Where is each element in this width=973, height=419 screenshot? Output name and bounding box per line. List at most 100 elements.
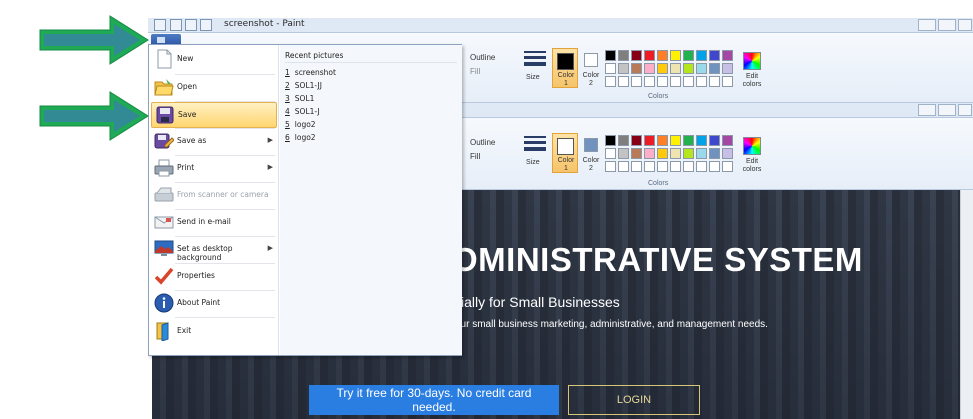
menu-item-about-paint[interactable]: About Paint [151,291,277,317]
color-swatch[interactable] [683,148,694,159]
menu-item-properties[interactable]: Properties [151,264,277,290]
color-swatch[interactable] [696,63,707,74]
menu-item-save[interactable]: Save [151,102,277,128]
redo-icon[interactable] [200,19,212,31]
menu-item-send-email[interactable]: Send in e-mail [151,210,277,236]
free-trial-button[interactable]: Try it free for 30-days. No credit card … [309,385,559,415]
edit-colors-icon[interactable] [743,52,761,70]
color-swatch[interactable] [644,135,655,146]
fill-label-2[interactable]: Fill [470,152,480,161]
color-swatch[interactable] [722,135,733,146]
color-swatch[interactable] [644,148,655,159]
menu-item-new[interactable]: New [151,47,277,73]
color-palette[interactable] [605,50,733,87]
color-swatch[interactable] [644,76,655,87]
color2-swatch[interactable] [584,53,598,67]
color-swatch[interactable] [618,148,629,159]
color-swatch[interactable] [644,161,655,172]
color-swatch[interactable] [683,76,694,87]
color-swatch[interactable] [657,50,668,61]
menu-item-exit[interactable]: Exit [151,319,277,345]
color1-button[interactable]: Color 1 [552,48,578,88]
color-swatch[interactable] [683,50,694,61]
menu-item-desktop-background[interactable]: Set as desktop background ▶ [151,237,277,263]
outline-label[interactable]: Outline [470,53,495,62]
color-swatch[interactable] [644,63,655,74]
size-icon[interactable] [524,51,546,73]
maximize-button[interactable] [938,19,956,31]
color-swatch[interactable] [670,161,681,172]
color-swatch[interactable] [631,50,642,61]
menu-item-from-scanner[interactable]: From scanner or camera [151,183,277,209]
color-swatch[interactable] [696,148,707,159]
color-swatch[interactable] [696,161,707,172]
color-swatch[interactable] [618,50,629,61]
color-swatch[interactable] [657,76,668,87]
edit-colors-icon-2[interactable] [743,137,761,155]
color-swatch[interactable] [605,63,616,74]
color-swatch[interactable] [618,63,629,74]
color-swatch[interactable] [709,50,720,61]
color-swatch[interactable] [696,76,707,87]
color-swatch[interactable] [618,135,629,146]
color-swatch[interactable] [709,135,720,146]
color-swatch[interactable] [683,161,694,172]
color-swatch[interactable] [722,50,733,61]
color-swatch[interactable] [670,135,681,146]
vertical-scrollbar[interactable] [960,190,973,419]
color-swatch[interactable] [644,50,655,61]
color-swatch[interactable] [670,63,681,74]
color-swatch[interactable] [722,63,733,74]
close-button[interactable] [958,19,972,31]
login-button[interactable]: LOGIN [568,385,700,415]
menu-item-print[interactable]: Print ▶ [151,156,277,182]
paint-app-icon[interactable] [154,19,166,31]
color-swatch[interactable] [657,63,668,74]
color-swatch[interactable] [631,63,642,74]
color1-button-2[interactable]: Color 1 [552,133,578,173]
color-swatch[interactable] [709,63,720,74]
size-label-2[interactable]: Size [526,159,540,166]
fill-label[interactable]: Fill [470,67,480,76]
color-swatch[interactable] [709,148,720,159]
color-swatch[interactable] [683,63,694,74]
recent-item[interactable]: 1 screenshot [285,68,336,77]
size-label[interactable]: Size [526,74,540,81]
minimize-button-2[interactable] [918,104,936,116]
color-swatch[interactable] [670,76,681,87]
size-icon-2[interactable] [524,136,546,158]
edit-colors-label[interactable]: Edit [738,73,766,80]
color-swatch[interactable] [605,161,616,172]
menu-item-open[interactable]: Open [151,75,277,101]
recent-item[interactable]: 3 SOL1 [285,94,314,103]
color-swatch[interactable] [605,135,616,146]
color-swatch[interactable] [605,148,616,159]
color-swatch[interactable] [657,161,668,172]
color-swatch[interactable] [696,50,707,61]
close-button-2[interactable] [958,104,972,116]
edit-colors-label-2[interactable]: colors [738,81,766,88]
color-swatch[interactable] [657,135,668,146]
edit-colors-label-4[interactable]: colors [738,166,766,173]
color-swatch[interactable] [618,161,629,172]
color-swatch[interactable] [631,76,642,87]
color-swatch[interactable] [657,148,668,159]
color-swatch[interactable] [670,50,681,61]
maximize-button-2[interactable] [938,104,956,116]
color-swatch[interactable] [631,135,642,146]
color-palette-2[interactable] [605,135,733,172]
color-swatch[interactable] [605,50,616,61]
recent-item[interactable]: 4 SOL1-J [285,107,320,116]
color-swatch[interactable] [631,148,642,159]
color-swatch[interactable] [631,161,642,172]
edit-colors-label-3[interactable]: Edit [738,158,766,165]
recent-item[interactable]: 6 logo2 [285,133,316,142]
undo-icon[interactable] [185,19,197,31]
color2-swatch-2[interactable] [584,138,598,152]
color-swatch[interactable] [670,148,681,159]
minimize-button[interactable] [918,19,936,31]
menu-item-save-as[interactable]: Save as ▶ [151,129,277,155]
color-swatch[interactable] [709,161,720,172]
color-swatch[interactable] [696,135,707,146]
color-swatch[interactable] [618,76,629,87]
